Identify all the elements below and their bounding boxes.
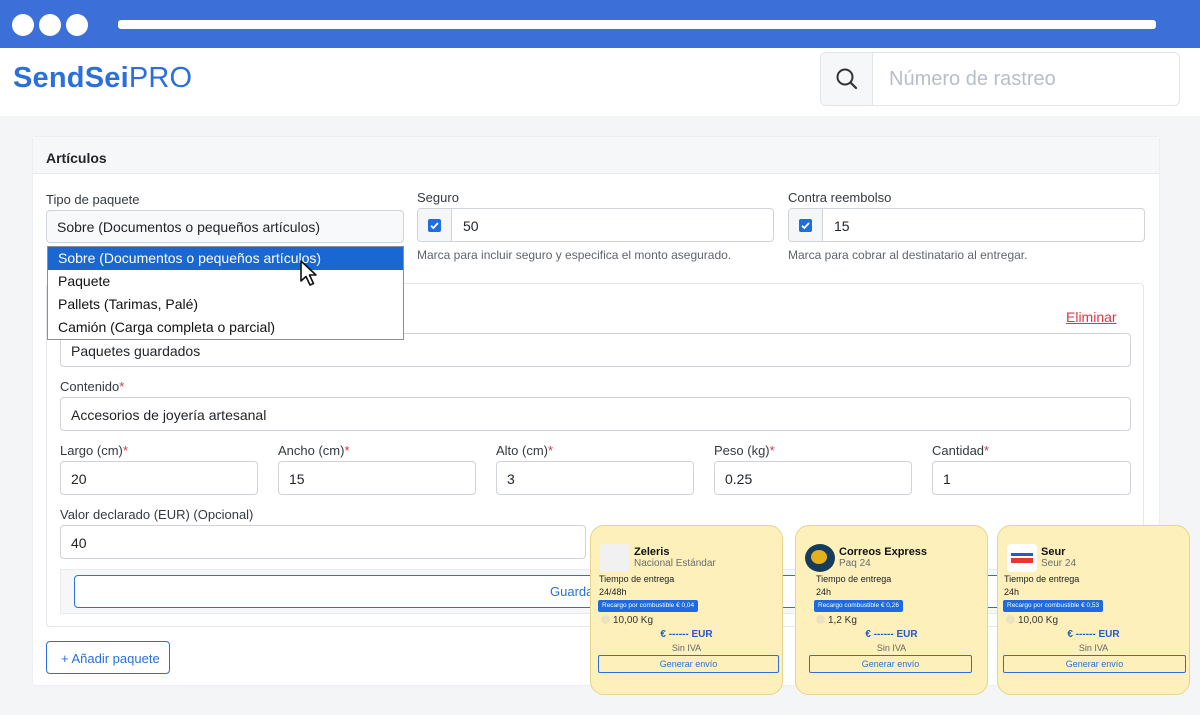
carrier-weight: 10,00 Kg — [1006, 615, 1058, 626]
declared-value: 40 — [71, 535, 87, 551]
package-type-option[interactable]: Paquete — [48, 270, 403, 293]
delivery-time: 24/48h — [599, 587, 627, 597]
cod-input-group: 15 — [788, 208, 1145, 242]
quantity-label: Cantidad* — [932, 443, 990, 458]
carrier-service: Nacional Estándar — [634, 558, 716, 569]
content-label: Contenido* — [60, 379, 125, 394]
package-type-value: Sobre (Documentos o pequeños artículos) — [57, 219, 321, 235]
declared-value-input[interactable]: 40 — [60, 525, 586, 559]
generate-shipment-button[interactable]: Generar envío — [809, 655, 972, 673]
weight-label: Peso (kg)* — [714, 443, 775, 458]
insurance-checkbox[interactable] — [418, 209, 452, 241]
width-label: Ancho (cm)* — [278, 443, 350, 458]
fuel-surcharge-badge: Recargo combustible € 0,26 — [814, 600, 903, 612]
carrier-card-correos-express[interactable]: Correos Express Paq 24 Tiempo de entrega… — [795, 525, 988, 695]
height-input[interactable]: 3 — [496, 461, 694, 495]
insurance-help: Marca para incluir seguro y especifica e… — [417, 248, 732, 262]
zeleris-logo-icon — [600, 544, 630, 572]
content-value: Accesorios de joyería artesanal — [71, 407, 267, 423]
carrier-weight: 10,00 Kg — [601, 615, 653, 626]
insurance-label: Seguro — [417, 190, 459, 205]
brand-logo[interactable]: SendSeiPRO — [13, 62, 192, 95]
generate-shipment-button[interactable]: Generar envío — [1003, 655, 1186, 673]
address-bar[interactable] — [118, 20, 1156, 29]
cod-checkbox[interactable] — [789, 209, 823, 241]
carrier-price: € ------ EUR — [660, 629, 713, 640]
window-dot-maximize[interactable] — [66, 14, 88, 36]
saved-packages-value: Paquetes guardados — [71, 343, 201, 359]
add-package-button[interactable]: + Añadir paquete — [46, 641, 170, 674]
carrier-weight: 1,2 Kg — [816, 615, 857, 626]
window-dot-close[interactable] — [12, 14, 34, 36]
content-input[interactable]: Accesorios de joyería artesanal — [60, 397, 1131, 431]
delivery-time-label: Tiempo de entrega — [599, 574, 675, 584]
carrier-price: € ------ EUR — [1067, 629, 1120, 640]
delivery-time: 24h — [1004, 587, 1020, 597]
seur-logo-icon — [1007, 544, 1037, 572]
package-type-option[interactable]: Pallets (Tarimas, Palé) — [48, 293, 403, 316]
browser-chrome — [0, 0, 1200, 48]
checkbox-checked-icon — [799, 219, 812, 232]
carrier-tax: Sin IVA — [876, 643, 907, 653]
fuel-surcharge-badge: Recargo por combustible € 0,04 — [598, 600, 699, 612]
weight-value: 0.25 — [725, 471, 753, 487]
cod-help: Marca para cobrar al destinatario al ent… — [788, 248, 1028, 262]
carrier-card-seur[interactable]: Seur Seur 24 Tiempo de entrega 24h Recar… — [997, 525, 1190, 695]
mouse-pointer-icon — [300, 260, 317, 286]
search-icon — [836, 68, 858, 90]
fuel-surcharge-badge: Recargo por combustible € 0,53 — [1003, 600, 1104, 612]
cod-label: Contra reembolso — [788, 190, 892, 205]
quantity-value: 1 — [943, 471, 951, 487]
carrier-name: Zeleris — [634, 546, 670, 558]
width-value: 15 — [289, 471, 305, 487]
brand-suffix: PRO — [128, 62, 193, 94]
search-button[interactable] — [821, 53, 873, 105]
tracking-number-input[interactable] — [874, 53, 1179, 105]
carrier-tax: Sin IVA — [671, 643, 702, 653]
carrier-name: Seur — [1041, 546, 1066, 558]
package-type-select[interactable]: Sobre (Documentos o pequeños artículos) — [46, 210, 404, 243]
insurance-amount[interactable]: 50 — [463, 218, 479, 234]
height-label: Alto (cm)* — [496, 443, 554, 458]
package-type-dropdown: Sobre (Documentos o pequeños artículos) … — [47, 246, 404, 340]
length-value: 20 — [71, 471, 87, 487]
delivery-time: 24h — [816, 587, 832, 597]
weight-input[interactable]: 0.25 — [714, 461, 912, 495]
delete-package-link[interactable]: Eliminar — [1066, 309, 1117, 325]
section-title: Artículos — [46, 150, 107, 166]
length-input[interactable]: 20 — [60, 461, 258, 495]
carrier-name: Correos Express — [839, 546, 928, 558]
generate-shipment-button[interactable]: Generar envío — [598, 655, 779, 673]
carrier-service: Seur 24 — [1041, 558, 1077, 569]
cod-amount[interactable]: 15 — [834, 218, 850, 234]
checkbox-checked-icon — [428, 219, 441, 232]
insurance-input-group: 50 — [417, 208, 774, 242]
width-input[interactable]: 15 — [278, 461, 476, 495]
package-type-option[interactable]: Camión (Carga completa o parcial) — [48, 316, 403, 339]
card-header: Artículos — [33, 137, 1159, 174]
carrier-service: Paq 24 — [839, 558, 871, 569]
declared-value-label: Valor declarado (EUR) (Opcional) — [60, 507, 254, 522]
correos-express-logo-icon — [805, 544, 835, 572]
length-label: Largo (cm)* — [60, 443, 128, 458]
app-header: SendSeiPRO — [0, 48, 1200, 116]
package-type-option[interactable]: Sobre (Documentos o pequeños artículos) — [48, 247, 403, 270]
carrier-tax: Sin IVA — [1078, 643, 1109, 653]
package-type-label: Tipo de paquete — [46, 192, 140, 207]
carrier-price: € ------ EUR — [865, 629, 918, 640]
brand-name: SendSei — [13, 62, 129, 94]
height-value: 3 — [507, 471, 515, 487]
quantity-input[interactable]: 1 — [932, 461, 1131, 495]
window-dot-minimize[interactable] — [39, 14, 61, 36]
delivery-time-label: Tiempo de entrega — [1004, 574, 1080, 584]
tracking-search — [820, 52, 1180, 106]
carrier-card-zeleris[interactable]: Zeleris Nacional Estándar Tiempo de entr… — [590, 525, 783, 695]
delivery-time-label: Tiempo de entrega — [816, 574, 892, 584]
